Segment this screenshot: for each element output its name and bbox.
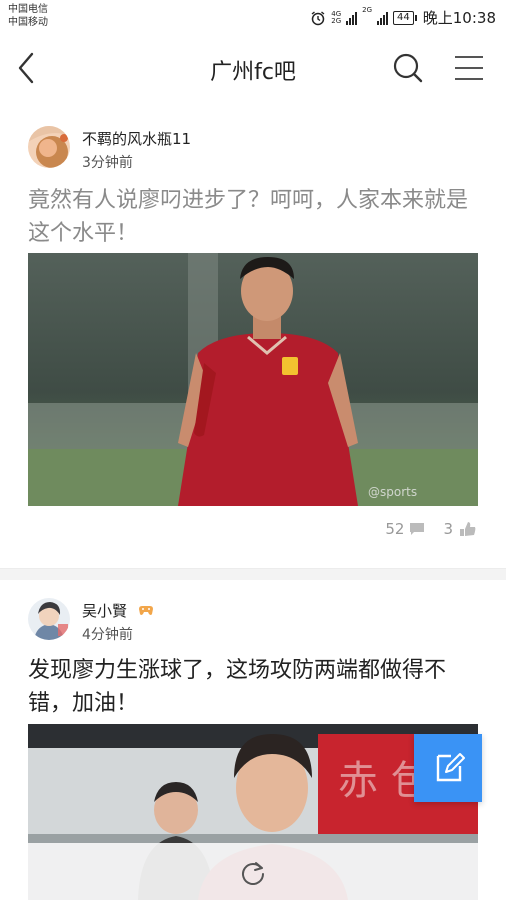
menu-icon[interactable] (454, 54, 484, 82)
page-title: 广州fc吧 (210, 60, 296, 85)
alarm-icon (311, 10, 325, 25)
carrier-1: 中国电信 (8, 4, 48, 15)
status-time: 晚上10:38 (422, 9, 496, 27)
author-name[interactable]: 不羁的风水瓶11 (82, 128, 191, 149)
game-badge-icon (138, 606, 153, 615)
post-card[interactable]: 不羁的风水瓶11 3分钟前 竟然有人说廖叼进步了？呵呵，人家本来就是这个水平！ (0, 100, 506, 568)
search-icon[interactable] (392, 52, 424, 84)
like-icon (460, 522, 476, 536)
edit-icon (436, 753, 465, 782)
comment-count-value: 52 (385, 520, 405, 538)
compose-button[interactable] (414, 734, 482, 802)
post-title[interactable]: 发现廖力生涨球了，这场攻防两端都做得不错，加油！ (28, 654, 478, 720)
net-label-2: 2G (362, 6, 373, 14)
comment-count[interactable]: 52 (385, 520, 425, 538)
avatar[interactable] (28, 598, 70, 640)
like-count-value: 3 (443, 520, 453, 538)
carrier-labels: 中国电信 中国移动 (8, 3, 48, 29)
comment-icon (410, 523, 425, 535)
nav-bar: 广州fc吧 (0, 36, 506, 100)
post-time: 4分钟前 (82, 627, 133, 643)
signal-icon-1 (346, 11, 358, 25)
refresh-icon[interactable] (240, 859, 266, 885)
status-bar: 中国电信 中国移动 4G 2G 2G 44 晚上10:38 (0, 0, 506, 36)
author-name-text: 吴小賢 (82, 602, 128, 620)
refresh-bar[interactable] (28, 843, 478, 900)
carrier-2: 中国移动 (8, 17, 48, 28)
author-name[interactable]: 吴小賢 (82, 600, 154, 621)
net-label-1b: 2G (331, 16, 342, 25)
battery-icon: 44 (393, 10, 417, 25)
network-labels-1: 4G 2G (331, 10, 342, 25)
post-image[interactable]: @sports (28, 253, 478, 506)
post-time: 3分钟前 (82, 155, 133, 171)
post-stats: 52 3 (385, 520, 476, 538)
status-icons: 4G 2G 2G 44 晚上10:38 (310, 7, 496, 28)
like-count[interactable]: 3 (443, 520, 476, 538)
post-title[interactable]: 竟然有人说廖叼进步了？呵呵，人家本来就是这个水平！ (28, 184, 478, 250)
avatar[interactable] (28, 126, 70, 168)
signal-icon-2 (377, 11, 389, 25)
svg-text:@sports: @sports (368, 485, 417, 499)
